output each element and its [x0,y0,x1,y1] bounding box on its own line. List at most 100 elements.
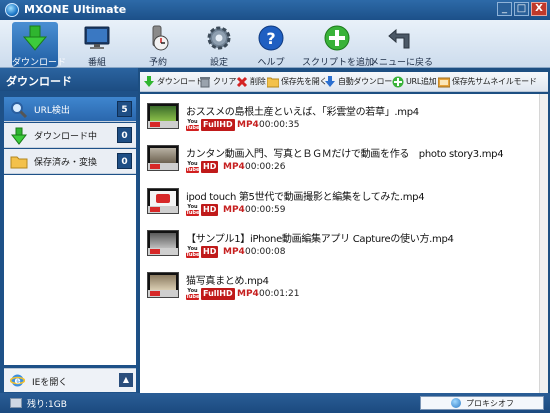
quality-badge: HD [201,204,219,216]
duration-label: 00:00:08 [245,247,286,257]
open-ie-label: IEを開く [32,378,68,388]
download-arrow-icon [10,127,28,145]
close-button[interactable]: X [531,2,547,16]
quality-badge: FullHD [201,119,235,131]
video-thumbnail [147,230,179,256]
toolbar-settings-button[interactable]: 設定 [196,22,242,68]
video-thumbnail [147,188,179,214]
count-badge: 5 [117,101,132,117]
monitor-icon [84,26,110,49]
svg-text:e: e [14,377,20,387]
quality-badge: HD [201,161,219,173]
video-title: 猫写真まとめ.mp4 [186,276,269,287]
toolbar-help-button[interactable]: ? ヘルプ [248,22,294,68]
action-download-button[interactable]: ダウンロード [143,75,204,89]
action-label: ダウンロード [157,77,204,86]
action-thumbnail-mode-button[interactable]: 保存先サムネイルモード [438,75,537,89]
action-label: 自動ダウンロード [338,77,400,86]
toolbar-label: 番組 [87,58,106,68]
toolbar-add-script-button[interactable]: スクリプトを追加 [302,22,375,68]
video-title: カンタン動画入門、写真とＢＧＭだけで動画を作る photo story3.mp4 [186,149,504,160]
action-open-destination-button[interactable]: 保存先を開く [267,75,328,89]
toolbar-label: ヘルプ [257,58,285,68]
magnifier-icon [11,102,28,119]
status-bar: 残り:1GB プロキシオフ [0,393,550,413]
disk-icon [10,398,22,408]
count-badge: 0 [117,127,132,143]
sidebar-item-label: 保存済み・変換 [34,158,98,168]
youtube-icon: You Tube [186,288,200,300]
action-label: 削除 [250,77,266,86]
quality-badge: HD [201,246,219,258]
minimize-button[interactable]: _ [497,2,512,16]
folder-icon [10,156,28,169]
add-icon [324,25,350,51]
gear-icon [207,26,231,50]
proxy-toggle-button[interactable]: プロキシオフ [420,396,544,410]
action-label: クリア [213,77,237,86]
action-label: 保存先サムネイルモード [452,77,537,86]
back-arrow-icon [388,28,410,49]
list-item[interactable]: 【サンプル1】iPhone動画編集アプリ Captureの使い方.mp4 You… [140,225,545,263]
clock-icon [152,25,169,51]
sidebar-item-saved-convert[interactable]: 保存済み・変換 0 [4,149,136,174]
list-item[interactable]: 猫写真まとめ.mp4 You Tube FullHD MP4 00:01:21 [140,267,545,305]
ie-icon: e [10,374,25,387]
download-icon [144,76,154,87]
duration-label: 00:00:35 [259,120,300,130]
main-toolbar: ダウンロード 番組 予約 設定 ? ヘルプ スクリプトを追加 メニューに戻る [0,20,550,68]
sidebar-item-label: URL検出 [34,106,70,116]
proxy-label: プロキシオフ [466,399,514,408]
sidebar-item-url-detect[interactable]: URL検出 5 [4,97,136,122]
window-title: MXONE Ultimate [24,3,127,16]
action-label: URL追加 [406,77,437,86]
auto-download-icon [325,76,335,87]
trash-icon [200,77,210,88]
sidebar-header: ダウンロード [0,68,138,91]
action-bar: ダウンロード クリア 削除 保存先を開く 自動ダウンロード URL追加 保存先サ… [140,72,548,92]
list-item[interactable]: おススメの島根土産といえば、「彩雲堂の若草」.mp4 You Tube FullH… [140,98,545,136]
list-item[interactable]: ipod touch 第5世代で動画撮影と編集をしてみた.mp4 You Tube… [140,183,545,221]
toolbar-label: メニューに戻る [370,58,434,68]
open-ie-panel[interactable]: e IEを開く ▲ [4,368,136,392]
action-clear-button[interactable]: クリア [199,75,236,89]
format-label: MP4 [223,205,245,215]
youtube-icon: You Tube [186,204,200,216]
action-add-url-button[interactable]: URL追加 [392,75,437,89]
duration-label: 00:00:59 [245,205,286,215]
collapse-toggle-button[interactable]: ▲ [119,373,133,387]
format-label: MP4 [237,120,259,130]
toolbar-download-button[interactable]: ダウンロード [12,22,67,68]
toolbar-label: ダウンロード [12,58,67,68]
app-window: MXONE Ultimate _ □ X ダウンロード 番組 予約 設定 ? ヘ… [0,0,550,413]
toolbar-schedule-button[interactable]: 予約 [135,22,181,68]
video-list: おススメの島根土産といえば、「彩雲堂の若草」.mp4 You Tube FullH… [140,94,548,393]
duration-label: 00:00:26 [245,162,286,172]
video-thumbnail [147,272,179,298]
toolbar-back-to-menu-button[interactable]: メニューに戻る [370,22,434,68]
action-auto-download-button[interactable]: 自動ダウンロード [324,75,400,89]
app-logo-icon [5,3,19,17]
sidebar-item-downloading[interactable]: ダウンロード中 0 [4,123,136,148]
toolbar-program-button[interactable]: 番組 [74,22,120,68]
maximize-button[interactable]: □ [514,2,529,16]
title-bar: MXONE Ultimate _ □ X [0,0,550,20]
quality-badge: FullHD [201,288,235,300]
sidebar-item-label: ダウンロード中 [34,132,98,142]
format-label: MP4 [237,289,259,299]
video-title: 【サンプル1】iPhone動画編集アプリ Captureの使い方.mp4 [186,234,454,245]
action-delete-button[interactable]: 削除 [236,75,266,89]
video-title: おススメの島根土産といえば、「彩雲堂の若草」.mp4 [186,107,419,118]
list-item[interactable]: カンタン動画入門、写真とＢＧＭだけで動画を作る photo story3.mp4… [140,140,545,178]
download-arrow-icon [22,25,48,51]
youtube-icon: You Tube [186,119,200,131]
toolbar-label: 設定 [209,58,228,68]
folder-icon [267,77,279,88]
format-label: MP4 [223,162,245,172]
count-badge: 0 [117,153,132,169]
toolbar-label: スクリプトを追加 [302,58,375,68]
sidebar: ダウンロード URL検出 5 ダウンロード中 0 保存済み・変換 0 e IEを… [0,68,138,393]
format-label: MP4 [223,247,245,257]
list-scrollbar[interactable] [539,94,548,393]
duration-label: 00:01:21 [259,289,300,299]
